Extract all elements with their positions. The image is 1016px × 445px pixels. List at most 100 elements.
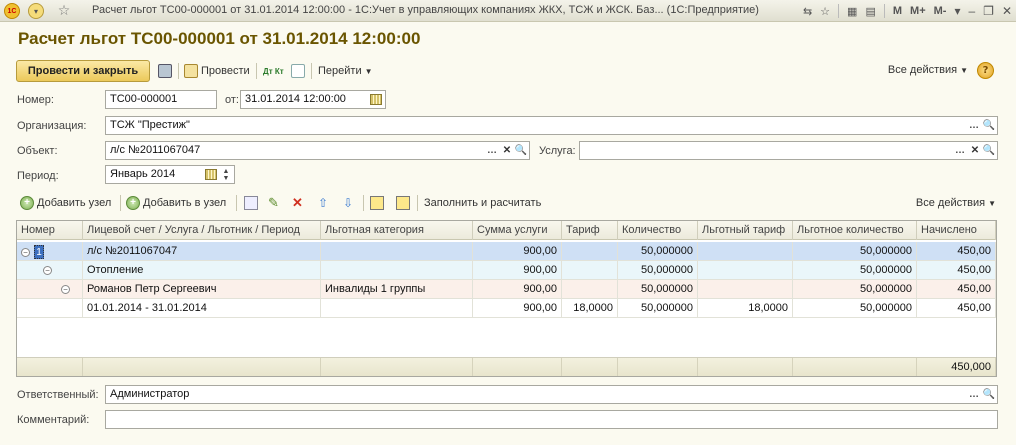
calendar-icon[interactable] <box>204 167 218 182</box>
save-icon[interactable] <box>158 63 175 79</box>
col-header-benefit-quantity[interactable]: Льготное количество <box>793 221 917 240</box>
date-field[interactable]: 31.01.2014 12:00:00 <box>240 90 386 109</box>
date-label: от: <box>225 94 239 106</box>
col-header-sum[interactable]: Сумма услуги <box>473 221 562 240</box>
delete-icon[interactable]: ✕ <box>292 195 303 211</box>
copy-add-icon[interactable] <box>244 195 258 211</box>
nav-link-icon[interactable]: ⇆ <box>799 5 816 18</box>
select-dots-icon[interactable]: … <box>967 387 981 402</box>
all-actions-menu[interactable]: Все действия ▼ <box>888 64 968 76</box>
clear-icon[interactable]: ✕ <box>968 143 982 158</box>
post-and-close-button[interactable]: Провести и закрыть <box>16 60 150 82</box>
move-up-icon[interactable]: ⇧ <box>318 195 328 211</box>
search-icon[interactable]: 🔍 <box>514 143 528 158</box>
table-toolbar: + Добавить узел + Добавить в узел ✎ ✕ ⇧ ⇩ … <box>16 193 1000 213</box>
plus-icon: + <box>126 196 140 210</box>
calculator-icon[interactable]: ▦ <box>843 5 861 18</box>
comment-label: Комментарий: <box>17 414 90 426</box>
memory-mplus-button[interactable]: M+ <box>906 5 930 17</box>
col-header-accrued[interactable]: Начислено <box>917 221 996 240</box>
minimize-icon[interactable]: ▾ <box>950 4 964 18</box>
period-field[interactable]: Январь 2014 ▲ ▼ <box>105 165 235 184</box>
collapse-toggle-icon[interactable]: − <box>43 266 52 275</box>
main-toolbar: Провести и закрыть Провести Дт Кт Перейт… <box>16 60 1000 82</box>
table-row[interactable]: − Романов Петр Сергеевич Инвалиды 1 груп… <box>17 280 996 299</box>
table-footer: 450,000 <box>17 357 996 376</box>
close-icon[interactable]: ✕ <box>998 4 1016 18</box>
post-icon <box>184 64 198 78</box>
select-dots-icon[interactable]: … <box>485 143 499 158</box>
col-header-benefit-tariff[interactable]: Льготный тариф <box>698 221 793 240</box>
col-header-account[interactable]: Лицевой счет / Услуга / Льготник / Перио… <box>83 221 321 240</box>
post-button[interactable]: Провести <box>184 63 250 79</box>
tariff-cell <box>562 242 618 261</box>
category-cell <box>321 242 473 261</box>
number-label: Номер: <box>17 94 54 106</box>
spin-stepper-icon[interactable]: ▲ ▼ <box>219 167 233 182</box>
responsible-field[interactable]: Администратор … 🔍 <box>105 385 998 404</box>
account-cell: Романов Петр Сергеевич <box>83 280 321 299</box>
chevron-down-icon: ▼ <box>364 66 373 76</box>
benefits-table[interactable]: Номер Лицевой счет / Услуга / Льготник /… <box>16 220 997 377</box>
main-menu-icon[interactable]: ▾ <box>28 3 44 19</box>
help-icon[interactable]: ? <box>977 62 994 79</box>
accrued-cell: 450,00 <box>917 261 996 280</box>
table-row[interactable]: 01.01.2014 - 31.01.2014 900,00 18,0000 5… <box>17 299 996 318</box>
expand-tree-icon[interactable] <box>370 195 384 211</box>
select-dots-icon[interactable]: … <box>967 118 981 133</box>
collapse-toggle-icon[interactable]: − <box>61 285 70 294</box>
minimize-button[interactable]: – <box>964 4 979 18</box>
calendar-icon[interactable]: ▤ <box>861 5 879 18</box>
search-icon[interactable]: 🔍 <box>982 143 996 158</box>
move-down-icon[interactable]: ⇩ <box>343 195 353 211</box>
quantity-cell: 50,000000 <box>618 299 698 318</box>
account-cell: 01.01.2014 - 31.01.2014 <box>83 299 321 318</box>
number-field[interactable]: ТС00-000001 <box>105 90 217 109</box>
organization-field[interactable]: ТСЖ "Престиж" … 🔍 <box>105 116 998 135</box>
total-accrued: 450,000 <box>917 358 996 376</box>
memory-mminus-button[interactable]: M- <box>930 5 951 17</box>
sum-cell: 900,00 <box>473 280 562 299</box>
col-header-tariff[interactable]: Тариф <box>562 221 618 240</box>
col-header-category[interactable]: Льготная категория <box>321 221 473 240</box>
restore-button[interactable]: ❐ <box>979 4 998 18</box>
table-all-actions-menu[interactable]: Все действия ▼ <box>916 195 996 211</box>
report-icon[interactable] <box>291 63 308 79</box>
benefit-tariff-cell <box>698 242 793 261</box>
collapse-toggle-icon[interactable]: − <box>21 247 30 257</box>
fill-calc-button[interactable]: Заполнить и расчитать <box>424 195 541 211</box>
dt-kt-icon[interactable]: Дт Кт <box>263 63 284 79</box>
tariff-cell <box>562 261 618 280</box>
clear-icon[interactable]: ✕ <box>500 143 514 158</box>
search-icon[interactable]: 🔍 <box>982 387 996 402</box>
select-dots-icon[interactable]: … <box>953 143 967 158</box>
add-node-button[interactable]: + Добавить узел <box>20 195 111 211</box>
col-header-quantity[interactable]: Количество <box>618 221 698 240</box>
window-controls: ⇆ ☆ ▦ ▤ M M+ M- ▾ – ❐ ✕ <box>799 0 1016 22</box>
memory-m-button[interactable]: M <box>889 5 906 17</box>
calendar-icon[interactable] <box>369 92 383 107</box>
goto-menu[interactable]: Перейти ▼ <box>318 63 373 79</box>
tariff-cell: 18,0000 <box>562 299 618 318</box>
service-field[interactable]: … ✕ 🔍 <box>579 141 998 160</box>
accrued-cell: 450,00 <box>917 299 996 318</box>
edit-pencil-icon[interactable]: ✎ <box>268 195 279 211</box>
comment-field[interactable] <box>105 410 998 429</box>
row-number-cell: −1 <box>17 242 83 261</box>
table-row[interactable]: −1 л/с №2011067047 900,00 50,000000 50,0… <box>17 242 996 261</box>
collapse-tree-icon[interactable] <box>396 195 410 211</box>
favorite-star-icon[interactable]: ☆ <box>56 3 72 19</box>
object-field[interactable]: л/с №2011067047 … ✕ 🔍 <box>105 141 530 160</box>
account-cell: Отопление <box>83 261 321 280</box>
bookmark-icon[interactable]: ☆ <box>816 5 834 18</box>
col-header-number[interactable]: Номер <box>17 221 83 240</box>
organization-label: Организация: <box>17 120 87 132</box>
search-icon[interactable]: 🔍 <box>982 118 996 133</box>
table-row[interactable]: − Отопление 900,00 50,000000 50,000000 4… <box>17 261 996 280</box>
page-title: Расчет льгот ТС00-000001 от 31.01.2014 1… <box>18 29 421 48</box>
1c-logo-icon[interactable]: 1С <box>4 3 20 19</box>
accrued-cell: 450,00 <box>917 242 996 261</box>
category-cell: Инвалиды 1 группы <box>321 280 473 299</box>
benefit-quantity-cell: 50,000000 <box>793 261 917 280</box>
add-to-node-button[interactable]: + Добавить в узел <box>126 195 226 211</box>
